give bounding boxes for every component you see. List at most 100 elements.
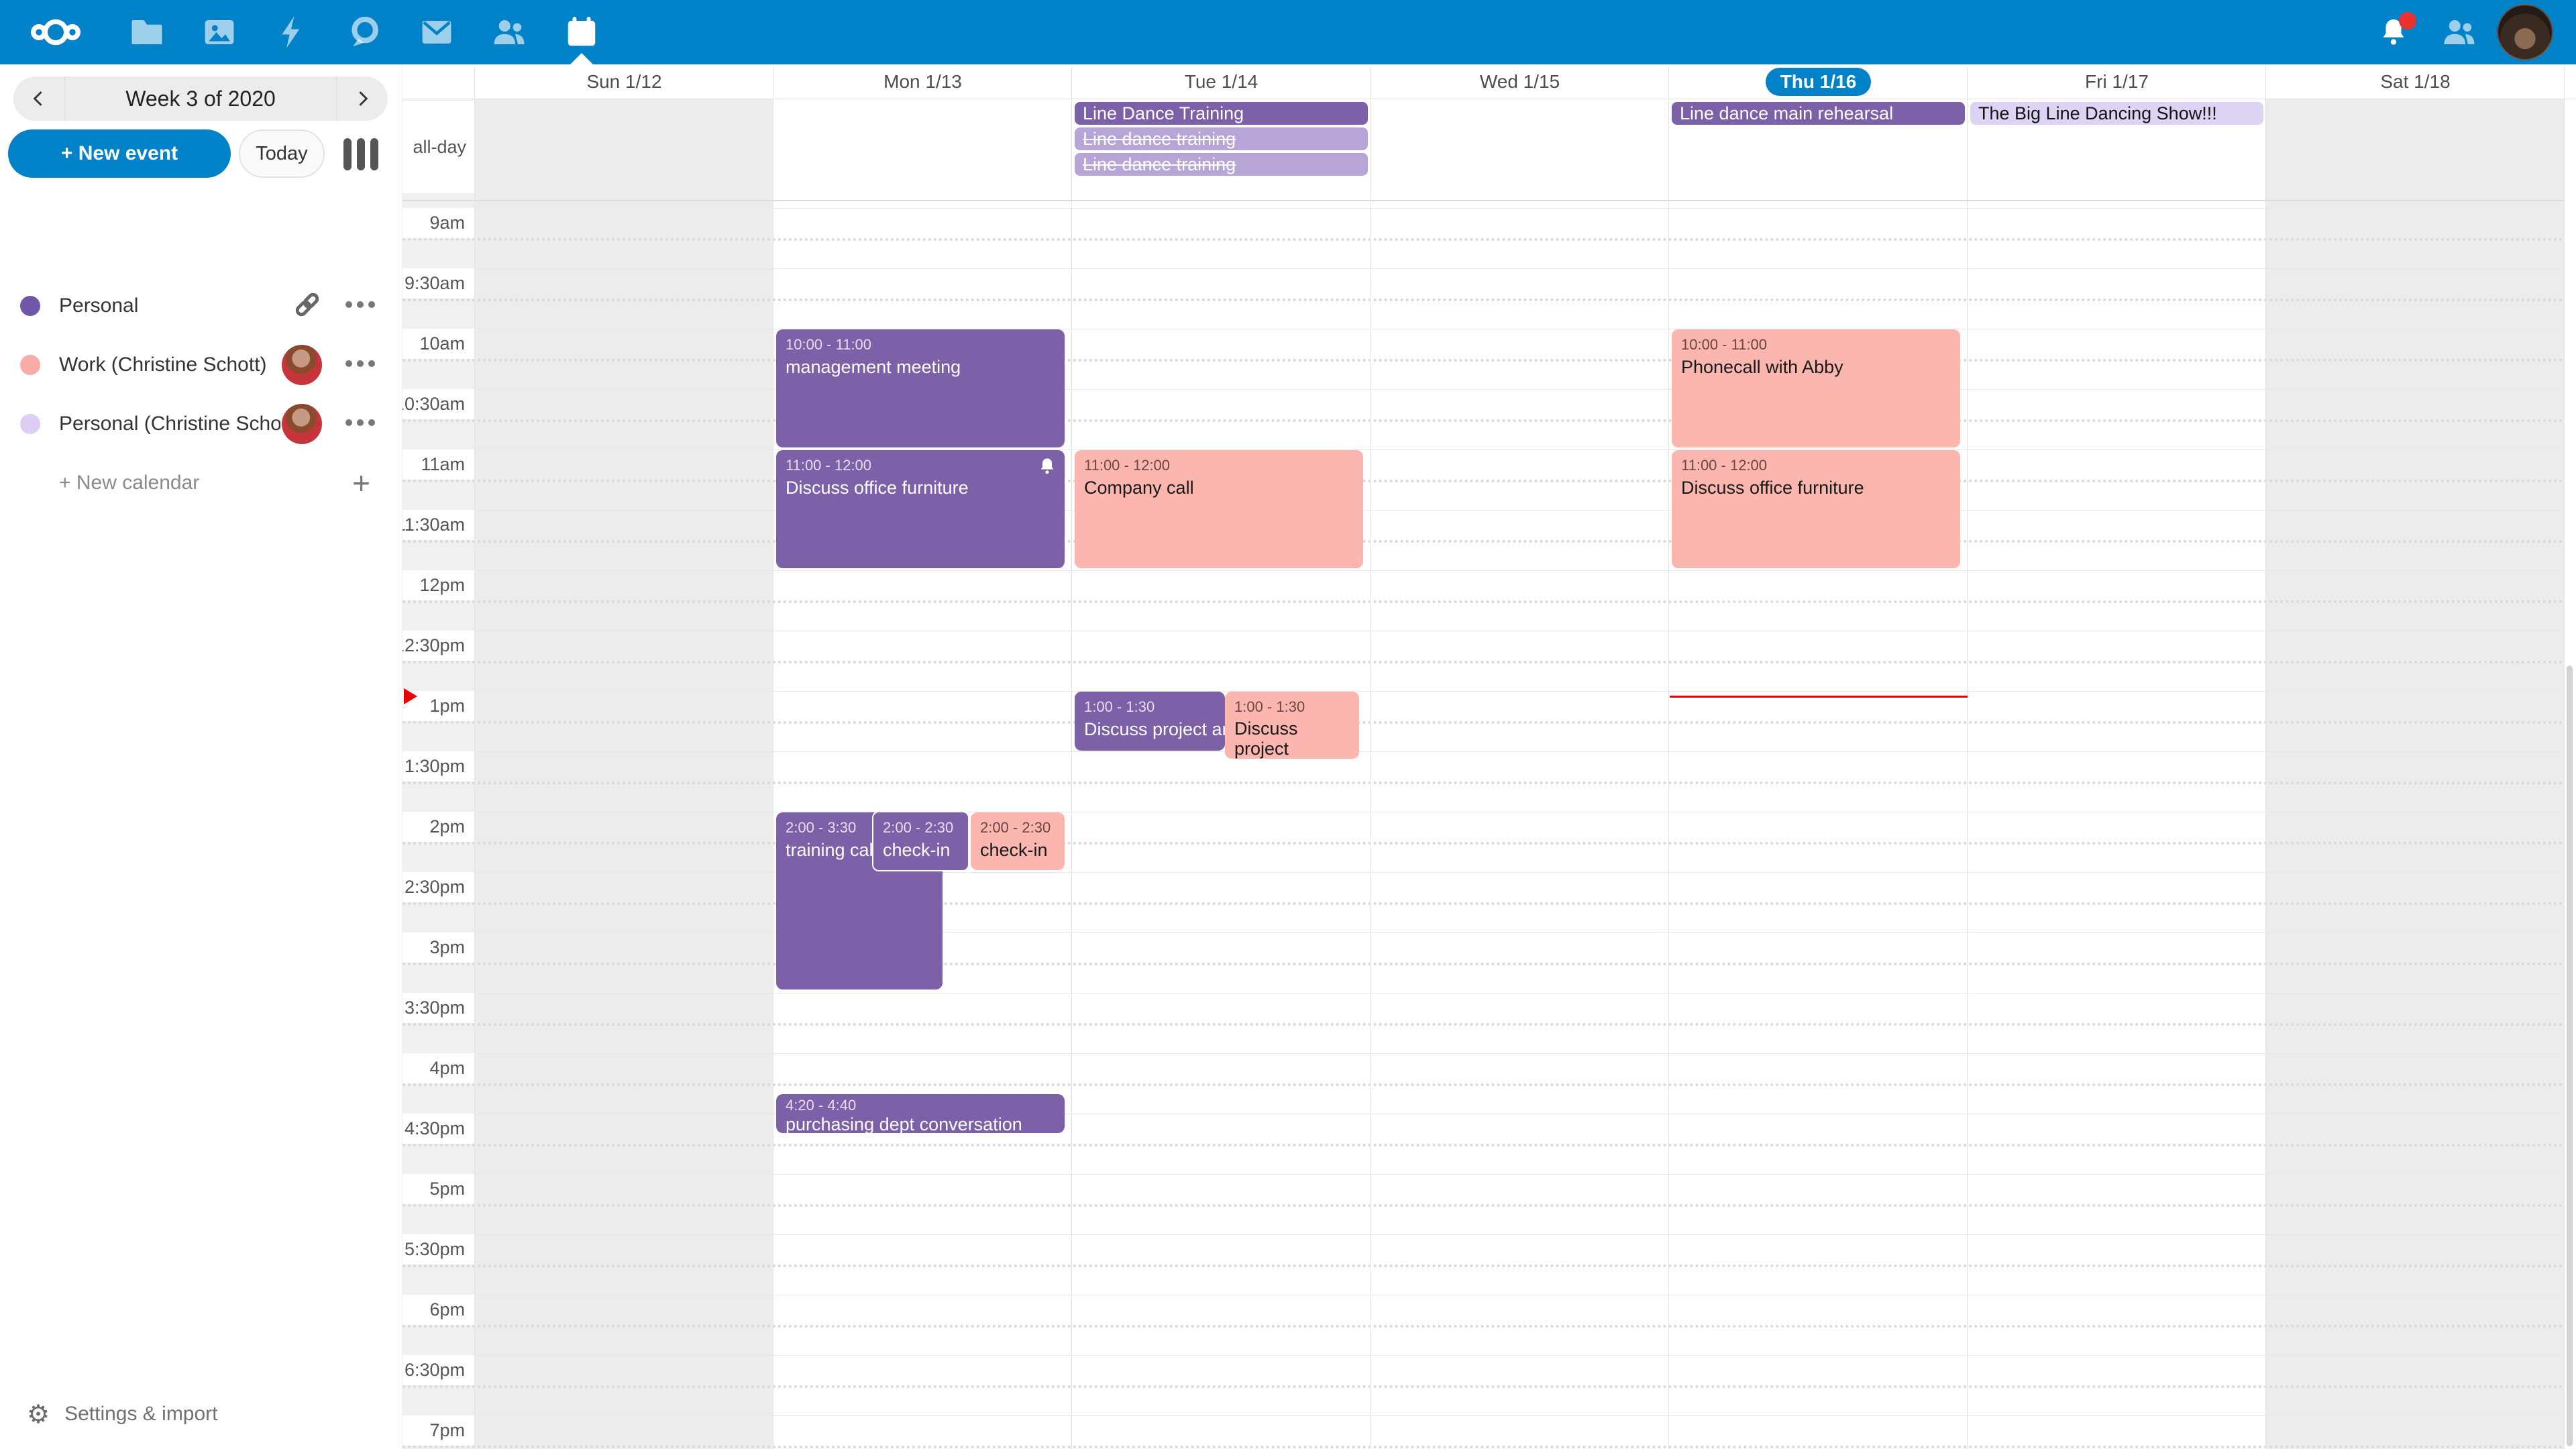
slot-line	[475, 751, 2565, 752]
event-title: Phonecall with Abby	[1681, 356, 1955, 378]
event-company-call[interactable]: 11:00 - 12:00 Company call	[1075, 450, 1363, 568]
day-column-sat[interactable]	[2266, 201, 2565, 1449]
column-border	[1967, 67, 1968, 1449]
event-title: check-in	[980, 839, 1059, 861]
day-label: Sat 1/18	[2380, 71, 2450, 93]
settings-import-button[interactable]: ⚙ Settings & import	[0, 1393, 402, 1436]
new-calendar-button[interactable]: + New calendar +	[0, 458, 402, 508]
event-title: Discuss office furniture	[786, 477, 1059, 498]
day-label: Tue 1/14	[1185, 71, 1258, 93]
allday-event[interactable]: Line Dance Training	[1075, 102, 1368, 125]
event-discuss-office-furniture-thu[interactable]: 11:00 - 12:00 Discuss office furniture	[1672, 450, 1960, 568]
calendar-name: Personal	[59, 294, 138, 317]
time-label: 1pm	[429, 696, 465, 716]
new-event-button[interactable]: + New event	[8, 129, 231, 178]
slot-dotted-line	[402, 1023, 2565, 1026]
event-check-in-work[interactable]: 2:00 - 2:30 check-in	[971, 812, 1065, 870]
event-phonecall-with-abby[interactable]: 10:00 - 11:00 Phonecall with Abby	[1672, 329, 1960, 447]
day-label: Sun 1/12	[586, 71, 661, 93]
slot-line	[475, 208, 2565, 209]
time-label: 12:30pm	[394, 635, 465, 656]
view-toggle-button[interactable]	[343, 138, 384, 170]
time-label: 1:30pm	[405, 756, 465, 777]
slot-line	[475, 1234, 2565, 1235]
calendar-more-menu-icon[interactable]	[345, 359, 376, 371]
column-border	[1668, 67, 1669, 1449]
reminder-bell-icon	[1038, 457, 1057, 479]
calendar-name: Personal (Christine Scho…	[59, 413, 280, 435]
shared-by-avatar	[282, 345, 322, 385]
calendar-color-dot	[20, 296, 40, 316]
time-label: 4:30pm	[405, 1118, 465, 1139]
time-label: 10am	[419, 333, 465, 354]
slot-dotted-line	[402, 1385, 2565, 1388]
files-app-icon[interactable]	[115, 0, 179, 64]
new-calendar-label: + New calendar	[59, 472, 199, 494]
day-header-sat[interactable]: Sat 1/18	[2266, 64, 2565, 99]
next-week-button[interactable]	[337, 76, 388, 121]
calendar-more-menu-icon[interactable]	[345, 418, 376, 430]
column-border	[1370, 67, 1371, 1449]
time-label: 9am	[429, 213, 465, 233]
slot-dotted-line	[402, 600, 2565, 603]
calendar-list-item-personal[interactable]: Personal	[0, 277, 402, 335]
slot-dotted-line	[402, 661, 2565, 663]
event-time: 2:00 - 2:30	[883, 818, 963, 838]
calendar-color-dot	[20, 355, 40, 375]
share-link-icon[interactable]	[292, 290, 322, 323]
event-discuss-office-furniture-mon[interactable]: 11:00 - 12:00 Discuss office furniture	[776, 450, 1065, 568]
previous-week-button[interactable]	[13, 76, 64, 121]
slot-dotted-line	[402, 419, 2565, 422]
talk-app-icon[interactable]	[332, 0, 396, 64]
day-header-wed[interactable]: Wed 1/15	[1371, 64, 1669, 99]
time-label: 5pm	[429, 1179, 465, 1199]
calendar-name: Work (Christine Schott)	[59, 354, 267, 376]
vertical-scrollbar-thumb[interactable]	[2567, 665, 2573, 1446]
day-column-sun[interactable]	[475, 201, 773, 1449]
day-header-thu-today[interactable]: Thu 1/16	[1669, 64, 1968, 99]
day-column-wed[interactable]	[1371, 201, 1669, 1449]
allday-event-declined[interactable]: Line dance training	[1075, 127, 1368, 150]
allday-event[interactable]: Line dance main rehearsal	[1672, 102, 1965, 125]
slot-dotted-line	[402, 299, 2565, 301]
today-button[interactable]: Today	[239, 129, 325, 178]
calendar-more-menu-icon[interactable]	[345, 300, 376, 312]
allday-event[interactable]: The Big Line Dancing Show!!!	[1970, 102, 2263, 125]
time-label: 2pm	[429, 816, 465, 837]
day-header-fri[interactable]: Fri 1/17	[1968, 64, 2266, 99]
slot-dotted-line	[402, 782, 2565, 784]
notifications-bell-icon[interactable]	[2361, 0, 2426, 64]
shared-by-avatar	[282, 404, 322, 444]
day-label: Fri 1/17	[2085, 71, 2149, 93]
event-title: Discuss project announcement	[1234, 718, 1354, 759]
notification-badge	[2399, 12, 2416, 30]
day-column-tue[interactable]	[1072, 201, 1371, 1449]
contacts-app-icon[interactable]	[477, 0, 541, 64]
day-header-mon[interactable]: Mon 1/13	[773, 64, 1072, 99]
contacts-menu-icon[interactable]	[2427, 0, 2491, 64]
mail-app-icon[interactable]	[405, 0, 469, 64]
event-purchasing-dept-conversation[interactable]: 4:20 - 4:40 purchasing dept conversation	[776, 1094, 1065, 1133]
week-label[interactable]: Week 3 of 2020	[64, 76, 337, 121]
calendar-list-item-work-christine[interactable]: Work (Christine Schott)	[0, 336, 402, 394]
event-discuss-project-announcement-personal[interactable]: 1:00 - 1:30 Discuss project announcement	[1075, 692, 1225, 751]
day-header-sun[interactable]: Sun 1/12	[475, 64, 773, 99]
photos-app-icon[interactable]	[187, 0, 252, 64]
calendar-list-item-personal-christine[interactable]: Personal (Christine Scho…	[0, 395, 402, 453]
allday-event-declined[interactable]: Line dance training	[1075, 153, 1368, 176]
settings-label: Settings & import	[64, 1403, 217, 1426]
day-header-tue[interactable]: Tue 1/14	[1072, 64, 1371, 99]
activity-app-icon[interactable]	[260, 0, 324, 64]
nextcloud-logo[interactable]	[19, 0, 93, 64]
event-check-in-personal[interactable]: 2:00 - 2:30 check-in	[872, 811, 969, 871]
week-navigation: Week 3 of 2020	[13, 76, 388, 121]
event-time: 2:00 - 2:30	[980, 818, 1059, 838]
current-time-line	[1670, 696, 1968, 698]
day-column-fri[interactable]	[1968, 201, 2266, 1449]
time-label: 12pm	[419, 575, 465, 596]
event-management-meeting[interactable]: 10:00 - 11:00 management meeting	[776, 329, 1065, 447]
slot-dotted-line	[402, 842, 2565, 845]
event-discuss-project-announcement-work[interactable]: 1:00 - 1:30 Discuss project announcement	[1225, 692, 1359, 759]
user-avatar[interactable]	[2497, 4, 2553, 60]
day-label: Wed 1/15	[1480, 71, 1560, 93]
